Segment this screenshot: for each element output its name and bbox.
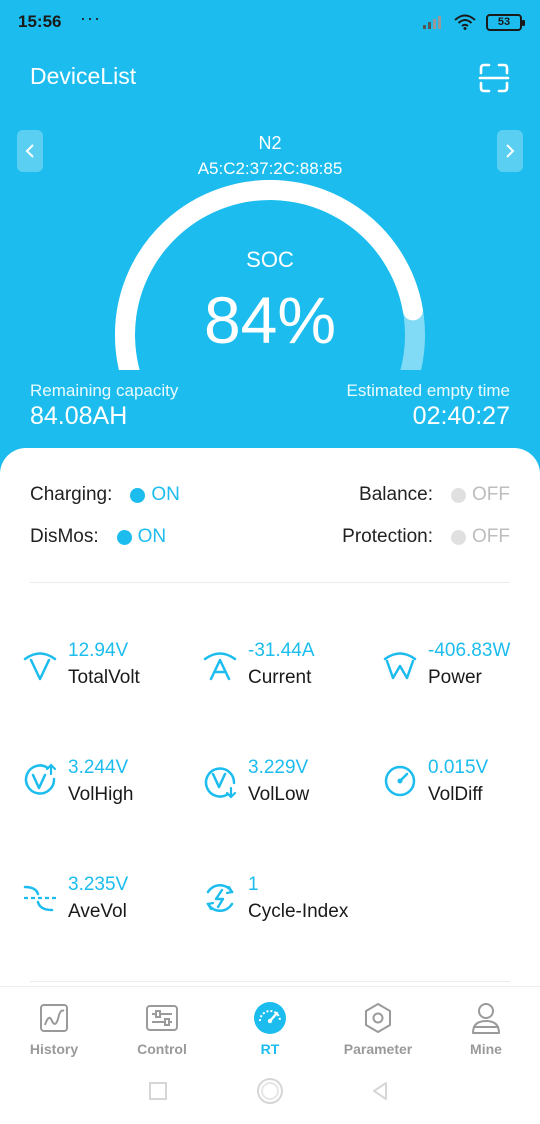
total-volt-label: TotalVolt (68, 667, 140, 688)
vol-high-value: 3.244V (68, 757, 129, 778)
remaining-capacity-label: Remaining capacity (30, 381, 179, 400)
tab-history[interactable]: History (0, 1001, 108, 1057)
power-label: Power (428, 667, 482, 688)
power-icon (383, 652, 417, 680)
soc-value: 84% (203, 283, 337, 357)
metric-current: -31.44A Current (202, 640, 372, 700)
tab-rt-label: RT (260, 1041, 280, 1057)
status-icons: 53 (422, 12, 525, 32)
vol-high-label: VolHigh (68, 784, 134, 805)
metric-vol-high: 3.244V VolHigh (22, 757, 192, 817)
protection-label: Protection: (342, 526, 433, 547)
status-bar: 15:56 ··· 53 (0, 0, 540, 44)
metric-vol-diff: 0.015V VolDiff (382, 757, 540, 817)
divider (30, 582, 510, 583)
person-icon (472, 1003, 500, 1034)
empty-time-label: Estimated empty time (346, 381, 510, 400)
tab-control[interactable]: Control (108, 1001, 216, 1057)
charging-state: ON (151, 484, 180, 505)
status-panel: Charging: ON Balance: OFF DisMos: ON Pro… (0, 448, 540, 988)
back-icon[interactable] (370, 1081, 390, 1101)
notification-dots: ··· (80, 8, 101, 28)
page-title[interactable]: DeviceList (30, 63, 136, 90)
charging-label: Charging: (30, 484, 113, 505)
dismos-state: ON (137, 526, 167, 547)
ave-vol-label: AveVol (68, 901, 127, 922)
current-label: Current (248, 667, 312, 688)
metric-total-volt: 12.94V TotalVolt (22, 640, 192, 700)
power-value: -406.83W (428, 640, 511, 661)
metric-vol-low: 3.229V VolLow (202, 757, 372, 817)
vol-low-label: VolLow (248, 784, 310, 805)
tab-control-label: Control (137, 1041, 187, 1057)
tab-history-label: History (29, 1041, 79, 1057)
speedometer-icon (254, 1002, 286, 1034)
scan-icon[interactable] (478, 62, 510, 94)
tab-mine[interactable]: Mine (432, 1001, 540, 1057)
vol-diff-label: VolDiff (428, 784, 483, 805)
metric-power: -406.83W Power (382, 640, 540, 700)
tab-mine-label: Mine (470, 1041, 502, 1057)
device-mac: A5:C2:37:2C:88:85 (197, 159, 343, 178)
metric-ave-vol: 3.235V AveVol (22, 874, 192, 934)
hero-section: 15:56 ··· 53 DeviceList N2 A5:C2:37:2C:8… (0, 0, 540, 480)
recents-icon[interactable] (148, 1081, 168, 1101)
system-nav-bar (0, 1066, 540, 1124)
battery-icon: 53 (486, 13, 525, 31)
device-name: N2 (258, 133, 282, 153)
cycle-index-label: Cycle-Index (248, 901, 349, 922)
vol-high-icon (24, 763, 57, 795)
battery-level: 53 (497, 16, 511, 28)
metric-cycle-index: 1 Cycle-Index (202, 874, 372, 934)
average-icon (23, 885, 56, 912)
soc-label: SOC (246, 247, 294, 272)
balance-indicator (451, 487, 466, 503)
protection-status[interactable]: Protection: OFF (342, 526, 510, 548)
home-icon[interactable] (256, 1077, 284, 1105)
current-value: -31.44A (248, 640, 315, 661)
protection-state: OFF (472, 526, 510, 547)
tab-parameter[interactable]: Parameter (324, 1001, 432, 1057)
balance-status[interactable]: Balance: OFF (359, 484, 510, 506)
status-time: 15:56 (18, 12, 62, 31)
total-volt-value: 12.94V (68, 640, 129, 661)
charging-indicator (130, 487, 146, 503)
gauge-icon (384, 765, 416, 797)
chart-icon (40, 1004, 68, 1032)
remaining-capacity-value: 84.08AH (30, 402, 128, 430)
charging-status[interactable]: Charging: ON (30, 484, 180, 506)
protection-indicator (451, 529, 466, 545)
vol-low-icon (204, 767, 237, 799)
wifi-icon (454, 14, 476, 30)
divider (30, 981, 510, 982)
cycle-index-value: 1 (248, 874, 259, 895)
tab-rt[interactable]: RT (216, 1001, 324, 1057)
current-icon (203, 652, 237, 681)
cycle-icon (206, 883, 234, 913)
tab-parameter-label: Parameter (343, 1041, 413, 1057)
empty-time-value: 02:40:27 (412, 402, 510, 430)
tab-bar: History Control RT Parameter Mine (0, 986, 540, 1066)
dismos-status[interactable]: DisMos: ON (30, 526, 166, 548)
dismos-indicator (116, 529, 132, 545)
dismos-label: DisMos: (30, 526, 99, 547)
voltage-icon (23, 652, 57, 681)
sliders-icon (146, 1005, 178, 1031)
vol-diff-value: 0.015V (428, 757, 489, 778)
vol-low-value: 3.229V (248, 757, 309, 778)
balance-state: OFF (472, 484, 510, 505)
ave-vol-value: 3.235V (68, 874, 129, 895)
balance-label: Balance: (359, 484, 433, 505)
hex-nut-icon (365, 1003, 391, 1033)
signal-icon (423, 16, 441, 29)
